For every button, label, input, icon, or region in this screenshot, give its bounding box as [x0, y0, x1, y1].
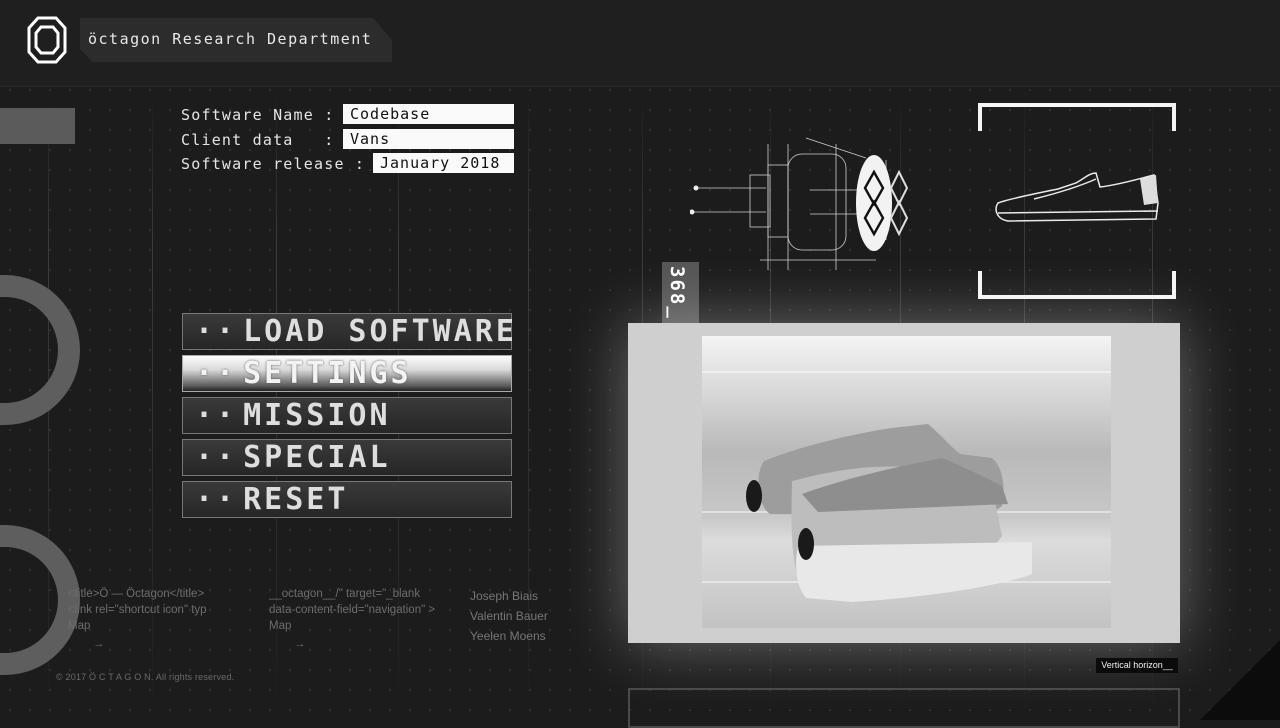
- menu-dots: ··: [195, 356, 238, 391]
- arrow-right-icon[interactable]: →: [294, 636, 435, 652]
- credit-name[interactable]: Joseph Biais: [470, 586, 548, 606]
- footer-code-line: <title>Ö — Öctagon</title>: [68, 588, 205, 600]
- shoe-outline-frame: [978, 103, 1176, 299]
- video-panel[interactable]: [628, 323, 1180, 643]
- credit-name[interactable]: Yeelen Moens: [470, 626, 548, 646]
- menu-item-mission[interactable]: ·· MISSION: [182, 397, 512, 434]
- video-label[interactable]: Vertical horizon__: [1096, 658, 1178, 673]
- main-menu: ·· LOAD SOFTWARE ·· SETTINGS ·· MISSION ·· S…: [182, 313, 514, 523]
- menu-item-label: SETTINGS: [243, 356, 412, 391]
- menu-dots: ··: [195, 482, 238, 517]
- client-data-label: Client data :: [181, 131, 335, 149]
- bottom-panel: [628, 688, 1180, 728]
- menu-item-reset[interactable]: ·· RESET: [182, 481, 512, 518]
- footer-map-link[interactable]: Map: [269, 618, 435, 634]
- credits-list: Joseph Biais Valentin Bauer Yeelen Moens: [470, 586, 548, 646]
- menu-item-label: SPECIAL: [243, 440, 391, 475]
- footer-code-line: data-content-field="navigation" >: [269, 604, 436, 616]
- menu-dots: ··: [195, 398, 238, 433]
- decorative-letter-shape: [0, 275, 80, 425]
- footer-column-code: <title>Ö — Öctagon</title> <link rel="sh…: [68, 586, 207, 652]
- software-release-label: Software release :: [181, 155, 366, 173]
- octagon-logo-icon[interactable]: [27, 16, 67, 64]
- shoe-video-frame: [702, 336, 1111, 628]
- menu-item-special[interactable]: ·· SPECIAL: [182, 439, 512, 476]
- menu-item-label: LOAD SOFTWARE: [243, 314, 517, 349]
- technical-drawing: [690, 137, 909, 270]
- shoe-photo-icon: [746, 424, 1032, 602]
- software-name-value: Codebase: [343, 104, 514, 124]
- shoe-outline-icon: [995, 172, 1159, 222]
- client-data-value: Vans: [343, 129, 514, 149]
- header-bar: öctagon Research Department: [0, 0, 1280, 87]
- footer-code-line: <link rel="shortcut icon" typ: [68, 604, 207, 616]
- menu-item-label: RESET: [243, 482, 349, 517]
- corner-decoration: [1200, 640, 1280, 720]
- copyright-text: © 2017 Ö C T A G O N. All rights reserve…: [56, 672, 235, 682]
- arrow-right-icon[interactable]: →: [93, 636, 207, 652]
- footer-map-link[interactable]: Map: [68, 618, 207, 634]
- code-tag-text: 368_: [666, 266, 688, 320]
- software-name-label: Software Name :: [181, 106, 335, 124]
- software-release-value: January 2018: [373, 153, 514, 173]
- footer-code-line: __octagon__/" target="_blank: [269, 588, 421, 600]
- credit-name[interactable]: Valentin Bauer: [470, 606, 548, 626]
- menu-dots: ··: [195, 440, 238, 475]
- header-title: öctagon Research Department: [88, 30, 373, 48]
- menu-item-settings[interactable]: ·· SETTINGS: [182, 355, 512, 392]
- footer-column-navigation: __octagon__/" target="_blank data-conten…: [269, 586, 435, 652]
- menu-dots: ··: [195, 314, 238, 349]
- menu-item-load-software[interactable]: ·· LOAD SOFTWARE: [182, 313, 514, 350]
- menu-item-label: MISSION: [243, 398, 391, 433]
- decorative-bar: [0, 108, 75, 144]
